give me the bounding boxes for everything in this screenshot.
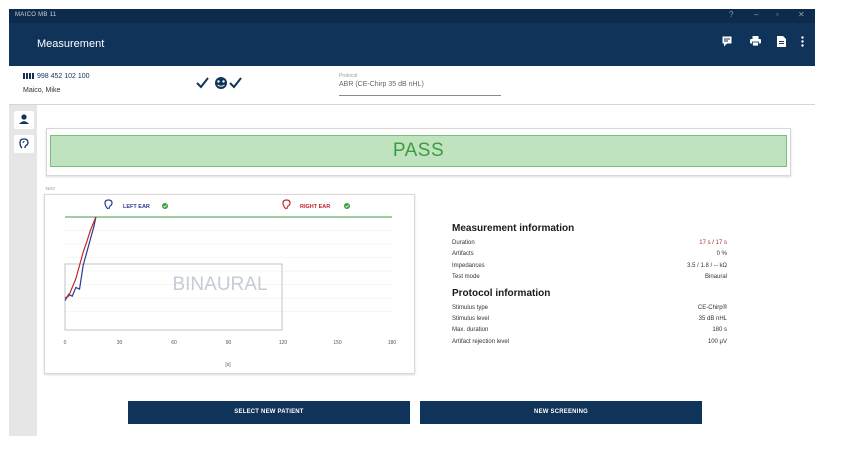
- new-screening-button[interactable]: NEW SCREENING: [420, 401, 702, 424]
- protocol-label: Protocol: [339, 73, 358, 79]
- x-tick-label: 0: [64, 340, 67, 346]
- both-ears-pass-icon: [196, 77, 242, 89]
- maximize-icon[interactable]: ▫: [776, 10, 779, 19]
- test-label: TEST: [45, 186, 56, 191]
- result-card: PASS: [46, 128, 791, 176]
- x-axis-unit: [s]: [225, 362, 231, 368]
- info-row-artifact-rejection: Artifact rejection level 100 µV: [452, 338, 727, 345]
- patient-id: 998 452 102 100: [23, 73, 90, 80]
- title-bar: MAICO MB 11 ? – ▫ ✕: [9, 9, 815, 23]
- x-tick-label: 60: [171, 340, 177, 346]
- window-title: MAICO MB 11: [15, 12, 57, 18]
- more-icon[interactable]: [795, 36, 809, 50]
- info-row-stimulus-type: Stimulus type CE-Chirp®: [452, 304, 727, 311]
- patient-icon: [19, 114, 29, 124]
- feedback-icon[interactable]: [720, 36, 734, 50]
- sidebar-ear-button[interactable]: [14, 135, 34, 153]
- minimize-icon[interactable]: –: [754, 10, 758, 19]
- help-icon[interactable]: ?: [729, 10, 733, 19]
- left-ear-label: LEFT EAR: [123, 204, 150, 210]
- ear-icon: [19, 138, 29, 149]
- left-ear-icon: [104, 199, 113, 210]
- info-row-impedances: Impedances 3.5 / 1.8 / -- kΩ: [452, 262, 727, 269]
- right-ear-icon: [282, 199, 291, 210]
- close-icon[interactable]: ✕: [798, 10, 805, 19]
- export-icon[interactable]: [774, 36, 788, 50]
- right-ear-label: RIGHT EAR: [300, 204, 330, 210]
- duration-value: 17 s: [699, 240, 711, 246]
- main-content: PASS TEST BINAURAL LEFT EAR RIGHT EAR 0 …: [37, 105, 815, 436]
- patient-id-value: 998 452 102 100: [37, 73, 90, 80]
- info-row-max-duration: Max. duration 180 s: [452, 327, 727, 334]
- x-tick-label: 90: [226, 340, 232, 346]
- info-row-test-mode: Test mode Binaural: [452, 274, 727, 281]
- patient-name: Maico, Mike: [23, 87, 61, 94]
- right-ear-legend: RIGHT EAR: [282, 199, 350, 210]
- binaural-watermark: BINAURAL: [172, 274, 267, 295]
- x-tick-label: 150: [333, 340, 342, 346]
- app-window: MAICO MB 11 ? – ▫ ✕ Measurement 998 452 …: [9, 9, 815, 436]
- patient-bar: 998 452 102 100 Maico, Mike Protocol ABR…: [9, 66, 815, 105]
- left-ear-legend: LEFT EAR: [104, 199, 168, 210]
- right-ear-pass-icon: [344, 203, 350, 209]
- result-banner: PASS: [50, 135, 787, 167]
- info-row-duration: Duration 17 s / 17 s: [452, 240, 727, 246]
- chart-card: BINAURAL LEFT EAR RIGHT EAR 0 30 60 90 120 15…: [44, 194, 415, 374]
- measurement-info-title: Measurement information: [452, 223, 575, 234]
- x-tick-label: 120: [279, 340, 288, 346]
- sidebar: [9, 105, 37, 436]
- chart: BINAURAL LEFT EAR RIGHT EAR 0 30 60 90 120 15…: [64, 199, 397, 368]
- info-row-stimulus-level: Stimulus level 35 dB nHL: [452, 315, 727, 322]
- x-tick-label: 180: [388, 340, 397, 346]
- select-new-patient-button[interactable]: SELECT NEW PATIENT: [128, 401, 410, 424]
- barcode-icon: [23, 73, 34, 80]
- duration-max: 17 s: [715, 240, 727, 246]
- info-row-artifacts: Artifacts 0 %: [452, 251, 727, 258]
- left-ear-pass-icon: [162, 203, 168, 209]
- sidebar-patient-button[interactable]: [14, 111, 34, 129]
- app-bar: Measurement: [9, 23, 815, 66]
- protocol-field[interactable]: ABR (CE-Chirp 35 dB nHL): [339, 81, 501, 96]
- x-tick-label: 30: [117, 340, 123, 346]
- info-panel: Measurement information Duration 17 s / …: [452, 223, 727, 348]
- protocol-info-title: Protocol information: [452, 287, 551, 299]
- print-icon[interactable]: [748, 36, 762, 50]
- page-title: Measurement: [37, 38, 105, 50]
